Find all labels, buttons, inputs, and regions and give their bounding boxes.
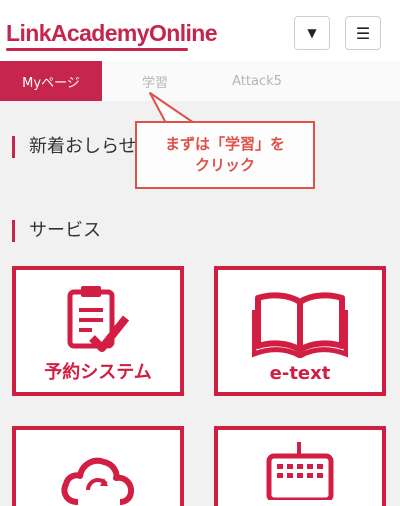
service-label: 予約システム (44, 362, 152, 383)
clipboard-check-icon (67, 286, 130, 352)
service-card-reservation[interactable]: 予約システム (12, 266, 184, 396)
callout-line-2: クリック (194, 156, 255, 174)
menu-button[interactable]: ☰ (345, 16, 381, 50)
site-logo[interactable]: LinkAcademyOnline (6, 20, 218, 47)
tab-bar: Myページ 学習 Attack5 (0, 61, 400, 101)
app-header: LinkAcademyOnline ▼ ☰ (0, 0, 400, 62)
news-section-title: 新着おしらせ (12, 136, 137, 158)
hamburger-icon: ☰ (355, 23, 371, 43)
caret-down-icon: ▼ (307, 26, 317, 40)
tab-mypage[interactable]: Myページ (0, 61, 102, 101)
service-card-cloud[interactable] (12, 426, 184, 506)
keyboard-icon (266, 442, 334, 500)
services-section-title: サービス (12, 220, 101, 242)
open-book-icon (252, 292, 348, 358)
callout-pointer (149, 92, 195, 125)
tab-attack5[interactable]: Attack5 (208, 61, 306, 101)
instruction-callout: まずは「学習」を クリック (135, 121, 315, 189)
dropdown-button[interactable]: ▼ (294, 16, 330, 50)
callout-line-1: まずは「学習」を (164, 135, 285, 153)
service-card-etext[interactable]: e-text (214, 266, 386, 396)
service-card-keyboard[interactable] (214, 426, 386, 506)
cloud-sync-icon (61, 457, 134, 505)
service-label: e-text (269, 363, 331, 384)
logo-underline (6, 48, 188, 51)
